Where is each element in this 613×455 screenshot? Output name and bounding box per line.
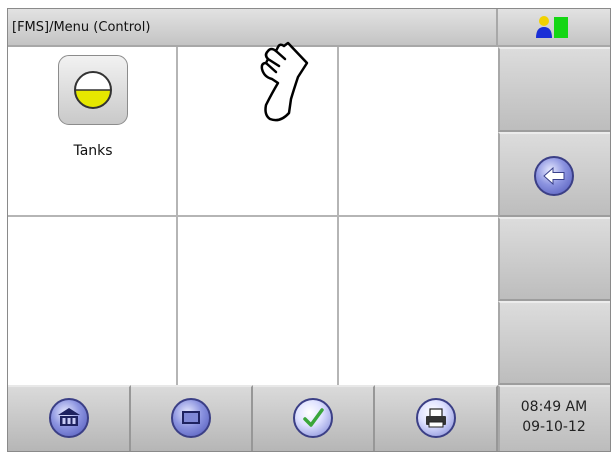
menu-cell-empty (178, 217, 337, 385)
fms-screen: [FMS]/Menu (Control) Tanks 08:49 AM 09-1… (7, 8, 611, 452)
status-indicator (498, 9, 610, 47)
checkmark-icon (293, 398, 333, 438)
display-button[interactable] (131, 385, 253, 451)
side-button-4[interactable] (498, 301, 610, 385)
side-button-3[interactable] (498, 217, 610, 301)
back-button[interactable] (498, 132, 610, 217)
side-panel (498, 47, 610, 385)
display-icon (171, 398, 211, 438)
home-button[interactable] (8, 385, 131, 451)
print-button[interactable] (375, 385, 498, 451)
printer-icon (416, 398, 456, 438)
clock-time: 08:49 AM (520, 399, 588, 415)
bottom-toolbar (8, 385, 498, 451)
menu-cell-empty (8, 217, 176, 385)
confirm-button[interactable] (253, 385, 375, 451)
menu-grid: Tanks (8, 41, 498, 385)
menu-cell-empty (339, 217, 498, 385)
tanks-tile[interactable] (58, 55, 128, 125)
page-title: [FMS]/Menu (Control) (12, 20, 151, 35)
clock-date: 09-10-12 (522, 419, 586, 435)
hand-pointer-icon (260, 41, 309, 122)
side-button-1[interactable] (498, 47, 610, 132)
menu-cell-empty (339, 47, 498, 215)
tanks-label: Tanks (73, 143, 113, 159)
user-status-icon (536, 16, 568, 38)
clock-panel: 08:49 AM 09-10-12 (498, 385, 610, 451)
tank-icon (74, 71, 112, 109)
building-icon (49, 398, 89, 438)
menu-cell-tanks[interactable]: Tanks (8, 47, 176, 215)
back-arrow-icon (534, 156, 574, 196)
